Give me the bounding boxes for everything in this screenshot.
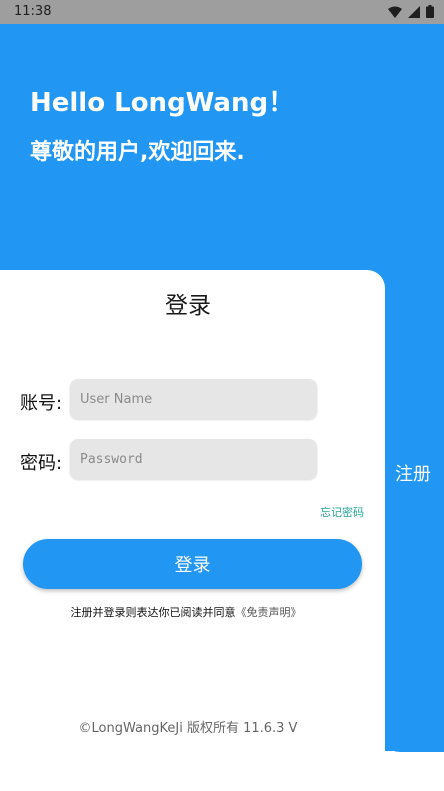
status-bar: 11:38 xyxy=(0,0,444,24)
greeting-title: Hello LongWang！ xyxy=(30,88,295,118)
status-icons xyxy=(388,5,434,18)
login-card xyxy=(0,270,385,791)
register-tab[interactable] xyxy=(380,268,444,752)
login-title: 登录 xyxy=(165,293,211,319)
status-time: 11:38 xyxy=(14,4,52,19)
agreement-notice: 注册并登录则表达你已阅读并同意《免责声明》 xyxy=(0,604,372,620)
wifi-icon xyxy=(388,6,402,18)
copyright-footer: ©LongWangKeJi 版权所有 11.6.3 V xyxy=(78,721,298,736)
forgot-password-link[interactable]: 忘记密码 xyxy=(320,504,364,520)
username-label: 账号: xyxy=(20,393,63,414)
disclaimer-link[interactable]: 《免责声明》 xyxy=(236,606,302,619)
signal-icon xyxy=(408,5,420,18)
password-input[interactable] xyxy=(70,439,317,479)
register-tab-label[interactable]: 注册 xyxy=(395,460,431,486)
login-button[interactable]: 登录 xyxy=(23,539,362,589)
welcome-subtitle: 尊敬的用户,欢迎回来. xyxy=(30,140,245,165)
agreement-text: 注册并登录则表达你已阅读并同意 xyxy=(70,606,236,619)
username-input[interactable] xyxy=(70,379,317,419)
battery-icon xyxy=(426,5,434,18)
password-label: 密码: xyxy=(20,453,63,474)
